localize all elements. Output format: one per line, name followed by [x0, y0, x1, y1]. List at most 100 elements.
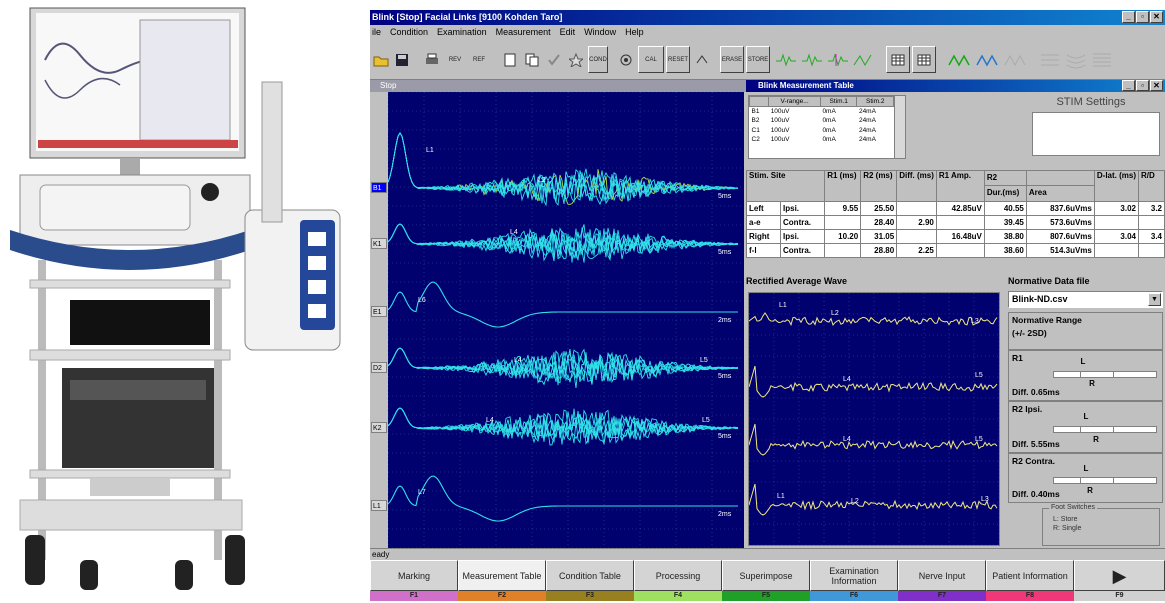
fkey-number: F4 [634, 591, 722, 601]
fkey-measurement-table[interactable]: Measurement Table [458, 560, 546, 591]
sound-icon[interactable] [616, 46, 636, 73]
wave-disabled-icon[interactable] [1002, 46, 1028, 73]
normative-diff: Diff. 0.40ms [1012, 489, 1060, 499]
channel-label[interactable]: K1 [371, 238, 387, 249]
maximize-button[interactable]: ▫ [1136, 11, 1149, 23]
cell-area: 573.6uVms [1025, 215, 1095, 230]
print-ref-button[interactable]: REF [468, 46, 490, 73]
menu-examination[interactable]: Examination [437, 25, 487, 40]
marker-r: R [1093, 435, 1099, 444]
copy-icon[interactable] [522, 46, 542, 73]
stim-settings-box[interactable] [1032, 112, 1160, 156]
cell-r2: 31.05 [860, 229, 898, 244]
settings-cell: 24mA [858, 108, 876, 115]
menu-file[interactable]: ile [372, 25, 381, 40]
close-button[interactable]: ✕ [1150, 11, 1163, 23]
cell-area: 837.6uVms [1025, 201, 1095, 216]
fkey-processing[interactable]: Processing [634, 560, 722, 591]
normative-file-select[interactable]: Blink-ND.csv ▼ [1008, 291, 1163, 308]
wave-up-icon[interactable] [774, 46, 798, 73]
channel-label[interactable]: K2 [371, 422, 387, 433]
table-close-button[interactable]: ✕ [1150, 80, 1163, 91]
settings-cell: 24mA [858, 117, 876, 125]
wave-cursor-icon[interactable] [826, 46, 850, 73]
erase-button[interactable]: ERASE [720, 46, 744, 73]
settings-cell: C1 [751, 126, 760, 134]
table-row[interactable]: Left Ipsi. 9.55 25.50 42.85uV 40.55 837.… [745, 201, 1165, 216]
channel-label[interactable]: E1 [371, 306, 387, 317]
cond-table-button[interactable] [886, 46, 910, 73]
table-row[interactable]: Right Ipsi. 10.20 31.05 16.48uV 38.80 80… [745, 229, 1165, 244]
settings-cell: B2 [751, 117, 760, 125]
settings-scrollbar[interactable] [894, 96, 905, 158]
page-icon[interactable] [500, 46, 520, 73]
cond-button[interactable]: COND [588, 46, 608, 73]
menu-help[interactable]: Help [625, 25, 644, 40]
header-r1-amp: R1 Amp. [935, 170, 985, 202]
open-folder-icon[interactable] [372, 46, 390, 73]
settings-row[interactable]: B2 100uV 0mA 24mA [750, 116, 894, 126]
channel-label[interactable]: B1 [371, 182, 387, 193]
marker-icon[interactable] [692, 46, 712, 73]
fkey-marking[interactable]: Marking [370, 560, 458, 591]
settings-header: Stim.2 [856, 96, 894, 107]
settings-row[interactable]: C2 100uV 0mA 24mA [750, 135, 894, 145]
fkey-nerve-input[interactable]: Nerve Input [898, 560, 986, 591]
settings-cell: 24mA [858, 136, 876, 144]
next-arrow-icon[interactable]: ▶ [1074, 560, 1165, 591]
table-row[interactable]: f-l Contra. 28.80 2.25 38.60 514.3uVms [745, 243, 1165, 258]
cell-dur: 38.80 [983, 229, 1027, 244]
check-icon[interactable] [544, 46, 564, 73]
range-bar [1053, 426, 1157, 433]
normative-title: Normative Data file [1008, 276, 1090, 286]
cal-button[interactable]: CAL [638, 46, 664, 73]
rectified-marker: L4 [843, 376, 851, 383]
rectified-wave-plot[interactable]: L1 L2 L3 L4 L5 L4 L5 L1 L2 L3 [748, 292, 1000, 546]
header-area: Area [1028, 188, 1047, 197]
marker-l: L [1080, 357, 1086, 366]
foot-switches: Foot Switches L: Store R: Single [1042, 503, 1160, 546]
minimize-button[interactable]: _ [1122, 11, 1135, 23]
reset-label: RESET [667, 56, 688, 63]
fkey-superimpose[interactable]: Superimpose [722, 560, 810, 591]
cell-dlat [1093, 215, 1140, 230]
header-dur: Dur.(ms) [986, 188, 1020, 197]
wave-shift-icon[interactable] [800, 46, 824, 73]
print-icon[interactable] [422, 46, 442, 73]
table-row[interactable]: a-e Contra. 28.40 2.90 39.45 573.6uVms [745, 215, 1165, 230]
wave-blue-icon[interactable] [974, 46, 1000, 73]
print-rev-button[interactable]: REV [444, 46, 466, 73]
table-minimize-button[interactable]: _ [1122, 80, 1135, 91]
header-stim-site: Stim. Site [745, 170, 826, 202]
menu-condition[interactable]: Condition [390, 25, 428, 40]
fkey-examination-information[interactable]: Examination Information [810, 560, 898, 591]
channel-label[interactable]: L1 [371, 500, 387, 511]
waveform-plot[interactable]: 5ms 5ms 2ms 5ms 5ms 2ms L1 L2 L4 L6 L4 L5 L4 L5 L7 [387, 91, 744, 549]
fkey-number: F2 [458, 591, 546, 601]
settings-row[interactable]: B1 100uV 0mA 24mA [750, 107, 894, 117]
cell-diff: 2.90 [896, 215, 937, 230]
wave-peak-icon[interactable] [852, 46, 876, 73]
menu-measurement[interactable]: Measurement [496, 25, 551, 40]
superimpose-alt-icon[interactable] [1064, 46, 1088, 73]
stim-settings-label: STIM Settings [1056, 96, 1126, 108]
meas-table-button[interactable] [912, 46, 936, 73]
store-button[interactable]: STORE [746, 46, 770, 73]
superimpose-stack-icon[interactable] [1090, 46, 1114, 73]
save-icon[interactable] [392, 46, 412, 73]
menu-window[interactable]: Window [584, 25, 616, 40]
star-icon[interactable] [566, 46, 586, 73]
chevron-down-icon[interactable]: ▼ [1148, 293, 1161, 306]
channel-label[interactable]: D2 [371, 362, 387, 373]
table-maximize-button[interactable]: ▫ [1136, 80, 1149, 91]
settings-cell: C2 [751, 136, 760, 144]
reset-button[interactable]: RESET [666, 46, 690, 73]
channel-labels: B1 K1 E1 D2 K2 L1 [370, 92, 388, 548]
menu-edit[interactable]: Edit [560, 25, 576, 40]
channel-scale: 5ms [718, 249, 732, 256]
settings-row[interactable]: C1 100uV 0mA 24mA [750, 126, 894, 136]
fkey-condition-table[interactable]: Condition Table [546, 560, 634, 591]
fkey-patient-information[interactable]: Patient Information [986, 560, 1074, 591]
superimpose-icon[interactable] [1038, 46, 1062, 73]
wave-green-icon[interactable] [946, 46, 972, 73]
